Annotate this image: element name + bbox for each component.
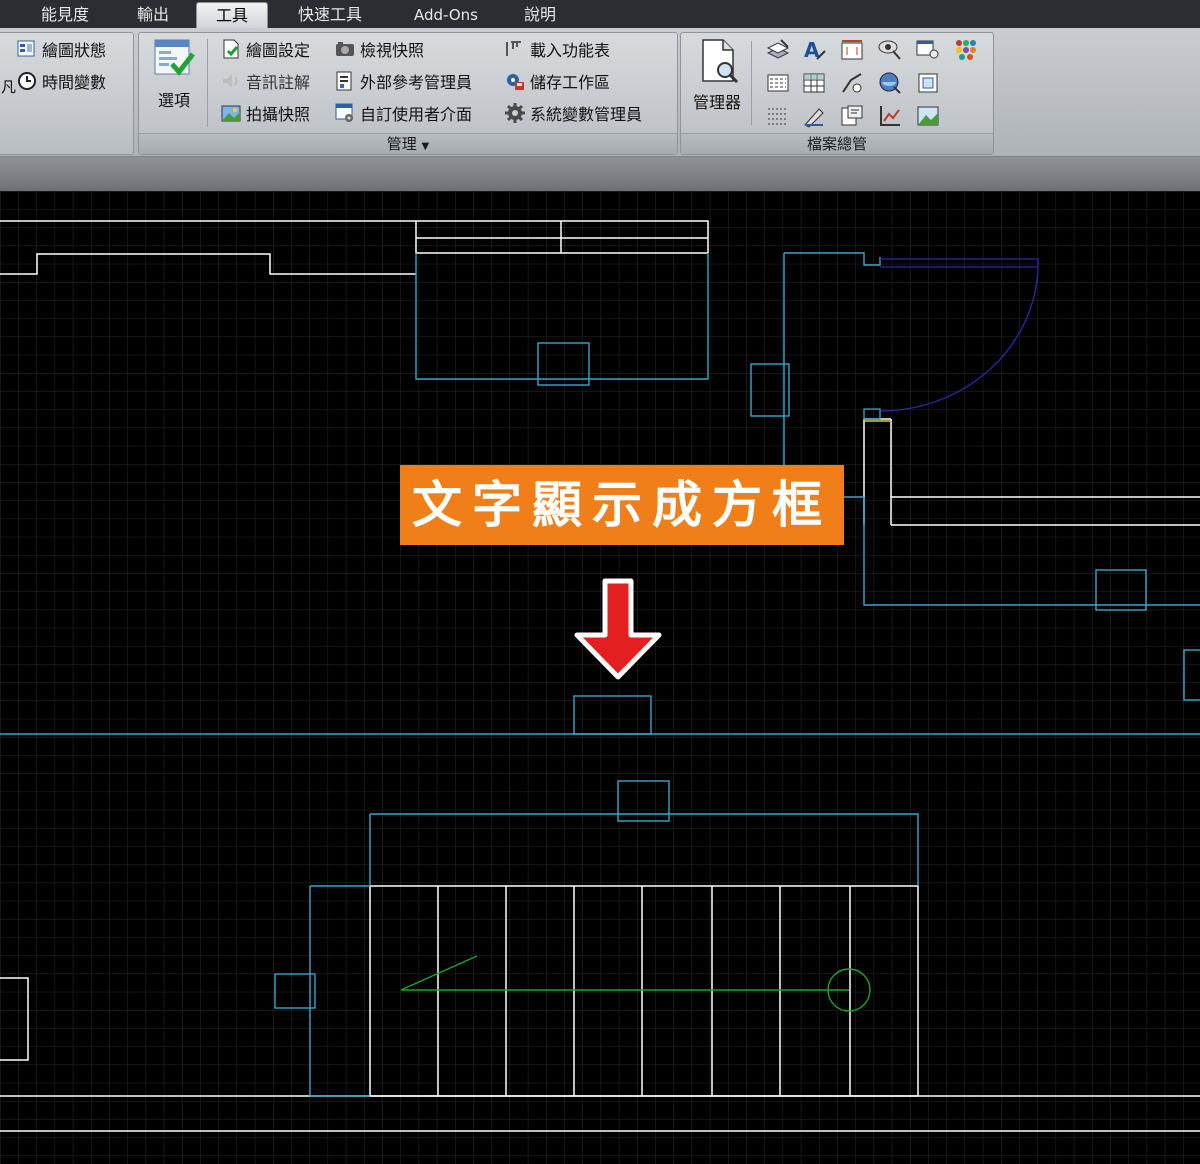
customize-ui-button[interactable]: 自訂使用者介面: [335, 100, 472, 126]
tab-tools[interactable]: 工具: [196, 2, 268, 29]
ucs-icon[interactable]: [915, 70, 941, 96]
multileader-icon[interactable]: [839, 70, 865, 96]
drawing-status-label: 繪圖狀態: [42, 41, 107, 60]
tab-add-ons[interactable]: Add-Ons: [404, 2, 488, 28]
xref-manager-button[interactable]: 外部參考管理員: [335, 68, 472, 94]
panel-manage-title[interactable]: 管理 ▼: [139, 133, 677, 154]
ribbon: 凡 繪圖狀態 時間變數 選項 繪圖設定 音訊註解 拍攝快照 檢視快照 外部參考管…: [0, 28, 1200, 157]
take-snapshot-icon: [221, 103, 241, 123]
audio-note-icon: [221, 71, 241, 91]
view-manager-icon[interactable]: [877, 37, 903, 63]
chevron-down-icon: ▼: [421, 141, 430, 152]
tab-help[interactable]: 說明: [510, 2, 570, 28]
view-snapshot-icon: [335, 39, 355, 59]
xref-manager-label: 外部參考管理員: [360, 73, 473, 92]
save-workspace-label: 儲存工作區: [530, 73, 611, 92]
down-arrow-icon: [574, 578, 662, 680]
options-button[interactable]: 選項: [149, 37, 199, 111]
callout-label: 文字顯示成方框: [400, 465, 844, 545]
dimension-style-icon[interactable]: [839, 37, 865, 63]
layer-tool-icon[interactable]: [765, 37, 791, 63]
block-palette-icon[interactable]: [953, 37, 979, 63]
xref-manager-icon: [335, 71, 355, 91]
load-menu-label: 載入功能表: [530, 41, 611, 60]
text-style-icon[interactable]: A: [801, 37, 827, 63]
time-variables-label: 時間變數: [42, 73, 107, 92]
save-workspace-button[interactable]: 儲存工作區: [505, 68, 610, 94]
pen-edit-icon[interactable]: [801, 103, 827, 129]
sysvar-manager-label: 系統變數管理員: [530, 105, 643, 124]
manager-label: 管理器: [692, 93, 741, 112]
drawing-settings-button[interactable]: 繪圖設定: [221, 36, 310, 62]
clock-icon: [17, 71, 37, 91]
customize-ui-icon: [335, 103, 355, 123]
linetype-icon[interactable]: [765, 70, 791, 96]
drawing-canvas[interactable]: [0, 191, 1200, 1164]
separator: [751, 41, 752, 125]
drawing-status-icon: [17, 39, 37, 59]
chart-icon[interactable]: [877, 103, 903, 129]
sysvar-manager-icon: [505, 103, 525, 123]
layout-icon[interactable]: [839, 103, 865, 129]
audio-note-button[interactable]: 音訊註解: [221, 68, 310, 94]
options-icon: [154, 39, 195, 76]
drawing-status-button[interactable]: 繪圖狀態: [17, 36, 106, 62]
tab-output[interactable]: 輸出: [122, 2, 184, 28]
sysvar-manager-button[interactable]: 系統變數管理員: [505, 100, 642, 126]
panel-display: 凡 繪圖狀態 時間變數: [0, 32, 134, 155]
hatch-pattern-icon[interactable]: [765, 103, 791, 129]
save-workspace-icon: [505, 71, 525, 91]
tab-quick-tools[interactable]: 快速工具: [288, 2, 372, 28]
ribbon-bottom-strip: [0, 157, 1200, 191]
take-snapshot-label: 拍攝快照: [246, 105, 311, 124]
take-snapshot-button[interactable]: 拍攝快照: [221, 100, 310, 126]
load-menu-icon: [505, 39, 525, 59]
visual-style-icon[interactable]: [877, 70, 903, 96]
manager-button[interactable]: 管理器: [687, 37, 747, 113]
panel-manage: 選項 繪圖設定 音訊註解 拍攝快照 檢視快照 外部參考管理員 自訂使用者介面 載…: [138, 32, 678, 155]
load-menu-button[interactable]: 載入功能表: [505, 36, 610, 62]
view-snapshot-label: 檢視快照: [360, 41, 425, 60]
drawing-settings-label: 繪圖設定: [246, 41, 311, 60]
view-snapshot-button[interactable]: 檢視快照: [335, 36, 424, 62]
table-style-icon[interactable]: [801, 70, 827, 96]
panel-file-explorer: 管理器 A 檔案總管: [680, 32, 994, 155]
separator: [207, 39, 208, 127]
named-view-icon[interactable]: [915, 37, 941, 63]
time-variables-button[interactable]: 時間變數: [17, 68, 106, 94]
image-icon[interactable]: [915, 103, 941, 129]
panel-manage-title-text: 管理: [386, 135, 417, 153]
panel-file-explorer-title: 檔案總管: [681, 133, 993, 154]
manager-document-icon: [702, 39, 739, 84]
cut-off-label: 凡: [1, 78, 17, 96]
drawing-settings-icon: [221, 39, 241, 59]
audio-note-label: 音訊註解: [246, 73, 311, 92]
customize-ui-label: 自訂使用者介面: [360, 105, 473, 124]
tab-visibility[interactable]: 能見度: [30, 2, 100, 28]
options-label: 選項: [157, 91, 190, 110]
ribbon-tab-bar: 能見度 輸出 工具 快速工具 Add-Ons 說明: [0, 0, 1200, 29]
